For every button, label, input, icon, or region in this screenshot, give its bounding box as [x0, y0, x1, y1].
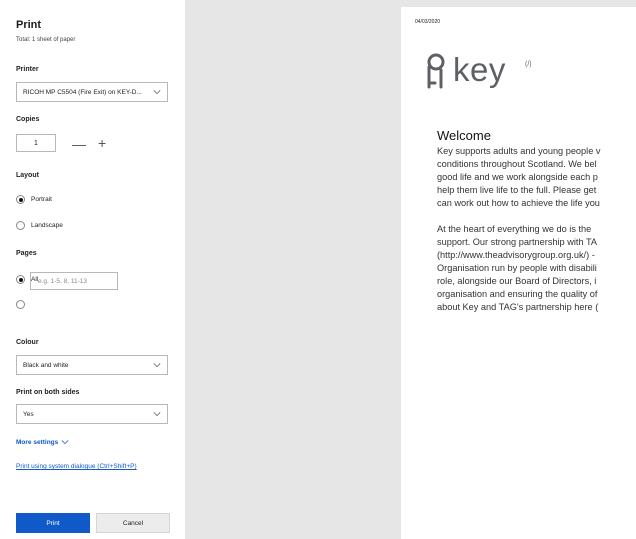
layout-portrait-option[interactable]: Portrait — [16, 195, 52, 204]
paragraph-line: Organisation run by people with disabili — [437, 263, 597, 273]
paragraph-line: At the heart of everything we do is the — [437, 224, 592, 234]
printer-select[interactable]: RICOH MP C5504 (Fire Exit) on KEY-D... — [16, 82, 168, 102]
chevron-down-icon — [61, 440, 69, 445]
colour-label: Colour — [16, 339, 39, 346]
pages-range-input[interactable]: e.g. 1-5, 8, 11-13 — [30, 272, 118, 290]
more-settings-label: More settings — [16, 438, 59, 446]
landscape-label: Landscape — [31, 222, 63, 229]
copies-label: Copies — [16, 116, 40, 123]
chevron-down-icon — [153, 363, 161, 368]
sheet-count: Total: 1 sheet of paper — [16, 37, 76, 43]
more-settings-link[interactable]: More settings — [16, 438, 69, 446]
logo-home-link[interactable]: (/) — [525, 61, 532, 68]
print-button[interactable]: Print — [16, 513, 90, 533]
paragraph-line: conditions throughout Scotland. We bel — [437, 159, 597, 169]
pages-range-placeholder: e.g. 1-5, 8, 11-13 — [38, 277, 88, 285]
colour-value: Black and white — [23, 361, 69, 369]
chevron-down-icon — [153, 90, 161, 95]
radio-unchecked-icon — [16, 300, 25, 309]
preview-date: 04/03/2020 — [415, 19, 441, 25]
duplex-select[interactable]: Yes — [16, 404, 168, 424]
copies-decrement-button[interactable]: — — [72, 137, 86, 151]
printer-label: Printer — [16, 66, 39, 73]
copies-input[interactable]: 1 — [16, 134, 56, 152]
logo-text: key — [453, 51, 506, 88]
cancel-button[interactable]: Cancel — [96, 513, 170, 533]
paragraph-line: Key supports adults and young people v — [437, 146, 601, 156]
copies-increment-button[interactable]: + — [98, 136, 106, 150]
pages-range-option[interactable] — [16, 300, 31, 309]
paragraph-line: role, alongside our Board of Directors, … — [437, 276, 597, 286]
duplex-value: Yes — [23, 410, 34, 418]
paragraph-line: help them live life to the full. Please … — [437, 185, 597, 195]
layout-landscape-option[interactable]: Landscape — [16, 221, 63, 230]
portrait-label: Portrait — [31, 196, 52, 203]
duplex-label: Print on both sides — [16, 389, 80, 396]
paragraph-line: support. Our strong partnership with TA — [437, 237, 598, 247]
paragraph-line: (http://www.theadvisorygroup.org.uk/) - — [437, 250, 595, 260]
radio-checked-icon — [16, 275, 25, 284]
pages-label: Pages — [16, 250, 37, 257]
radio-checked-icon — [16, 195, 25, 204]
layout-label: Layout — [16, 172, 39, 179]
panel-title: Print — [16, 19, 42, 31]
paragraph-line: can work out how to achieve the life you — [437, 198, 600, 208]
paragraph-line: about Key and TAG's partnership here ( — [437, 302, 599, 312]
colour-select[interactable]: Black and white — [16, 355, 168, 375]
key-logo-icon — [427, 53, 445, 89]
preview-heading: Welcome — [437, 128, 491, 143]
radio-unchecked-icon — [16, 221, 25, 230]
paragraph-line: good life and we work alongside each p — [437, 172, 598, 182]
chevron-down-icon — [153, 412, 161, 417]
printer-value: RICOH MP C5504 (Fire Exit) on KEY-D... — [23, 88, 142, 96]
print-preview-page[interactable]: 04/03/2020 key (/) Welcome Key supports … — [401, 7, 636, 539]
system-dialogue-link[interactable]: Print using system dialogue (Ctrl+Shift+… — [16, 463, 137, 470]
paragraph-line: organisation and ensuring the quality of — [437, 289, 598, 299]
print-settings-panel: Print Total: 1 sheet of paper Printer RI… — [0, 0, 185, 539]
